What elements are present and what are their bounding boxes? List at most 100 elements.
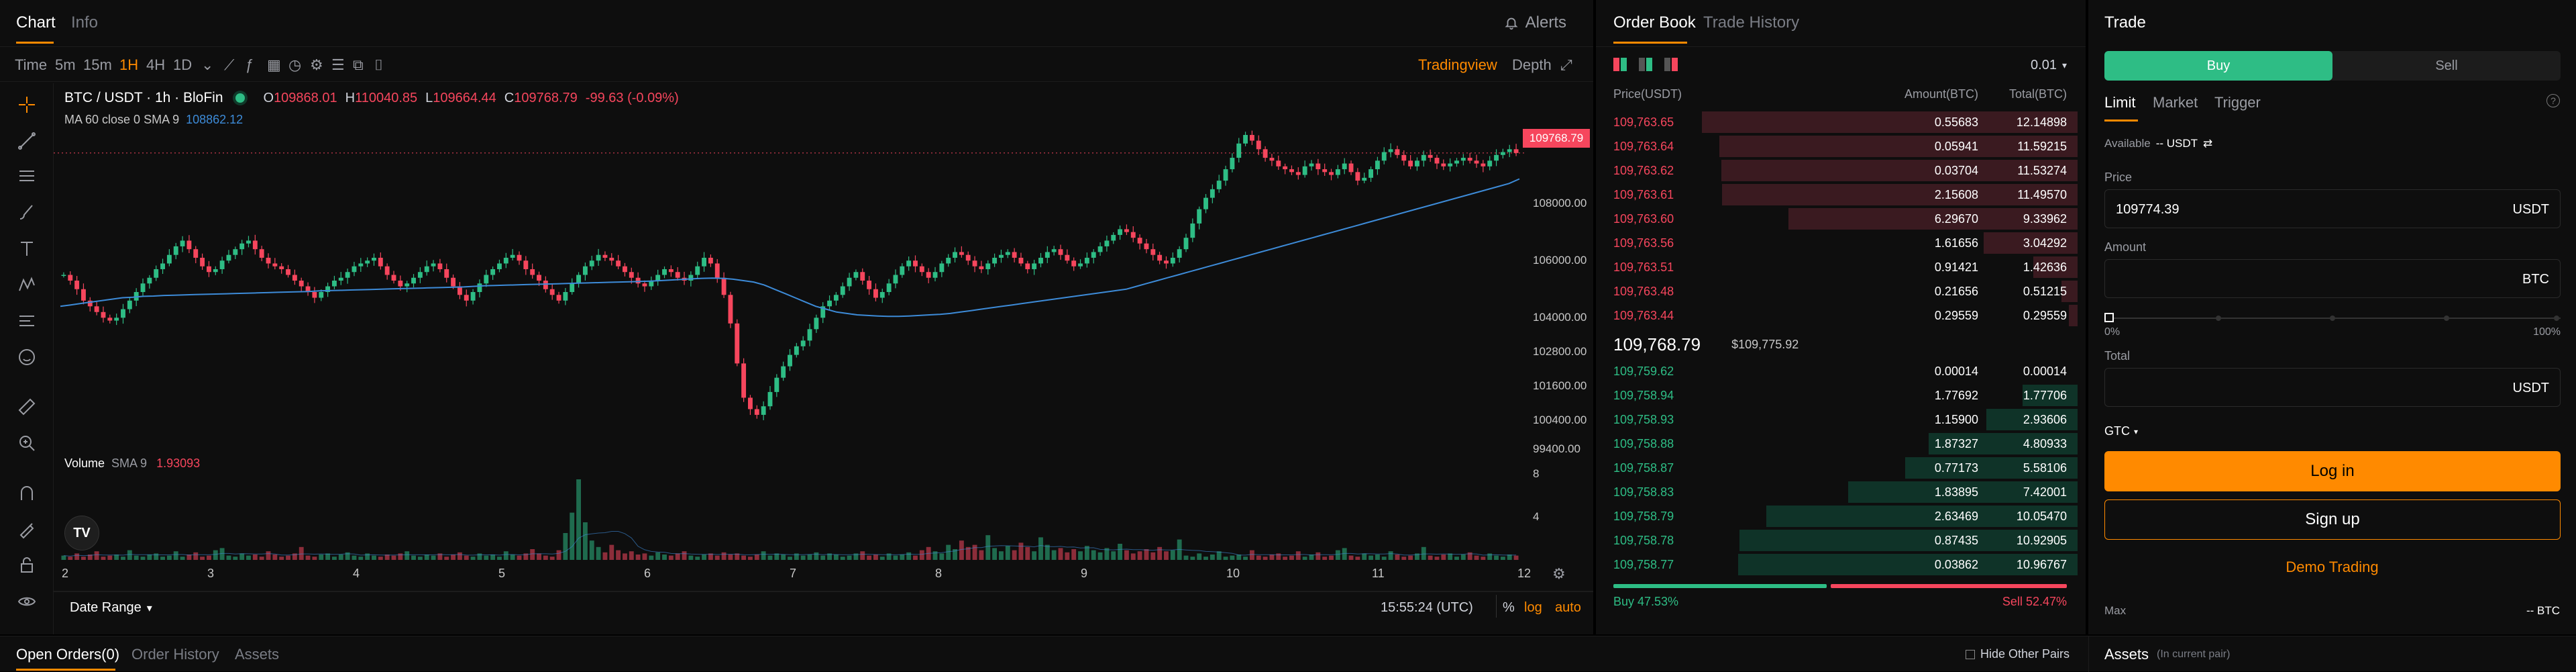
interval-1h[interactable]: 1H (119, 56, 138, 74)
precision-select[interactable]: 0.01 ▾ (2031, 58, 2067, 73)
bid-row[interactable]: 109,758.78 0.87435 10.92905 (1596, 528, 2086, 553)
bid-row[interactable]: 109,758.93 1.15900 2.93606 (1596, 407, 2086, 432)
price-value: 109774.39 (2116, 202, 2180, 217)
clock-icon[interactable]: ◷ (288, 56, 301, 74)
fullscreen-icon[interactable]: ⤢ (1560, 56, 1572, 74)
transfer-icon[interactable]: ⇄ (2203, 137, 2212, 150)
volume-bar (946, 544, 951, 560)
horizontal-lines-icon[interactable] (13, 162, 40, 189)
bid-row[interactable]: 109,758.88 1.87327 4.80933 (1596, 432, 2086, 456)
tab-info[interactable]: Info (71, 13, 98, 32)
date-axis[interactable]: 2 3 4 5 6 7 8 9 10 11 12 (54, 567, 1531, 587)
demo-trading-link[interactable]: Demo Trading (2088, 559, 2576, 576)
symbol-title: BTC / USDT · 1h · BloFin (64, 90, 223, 105)
tab-market[interactable]: Market (2153, 94, 2198, 111)
bid-row[interactable]: 109,758.94 1.77692 1.77706 (1596, 383, 2086, 407)
candle-body (160, 263, 165, 269)
login-button[interactable]: Log in (2104, 451, 2561, 491)
price-axis[interactable]: 108000.00 106000.00 104000.00 102800.00 1016… (1526, 83, 1593, 627)
buy-tab[interactable]: Buy (2104, 51, 2332, 81)
tab-order-history[interactable]: Order History (131, 646, 219, 663)
interval-1d[interactable]: 1D (173, 56, 192, 74)
candle-body (1487, 160, 1493, 166)
price-chart[interactable] (54, 83, 1526, 627)
layout-icon[interactable]: ⧉ (353, 56, 364, 74)
bid-row[interactable]: 109,759.62 0.00014 0.00014 (1596, 359, 2086, 383)
ask-row[interactable]: 109,763.64 0.05941 11.59215 (1596, 134, 2086, 158)
amount-cell: 1.61656 (1934, 236, 1978, 250)
emoji-icon[interactable] (13, 344, 40, 371)
tab-limit[interactable]: Limit (2104, 94, 2135, 111)
ask-row[interactable]: 109,763.61 2.15608 11.49570 (1596, 183, 2086, 207)
bid-row[interactable]: 109,758.87 0.77173 5.58106 (1596, 456, 2086, 480)
indicators-icon[interactable]: ⟋ (224, 56, 234, 74)
tab-trade-history[interactable]: Trade History (1703, 13, 1799, 32)
tab-trigger[interactable]: Trigger (2214, 94, 2261, 111)
amount-slider[interactable] (2104, 313, 2561, 324)
settings-icon[interactable]: ⚙ (310, 56, 323, 74)
hide-other-pairs-toggle[interactable]: Hide Other Pairs (1966, 647, 2070, 661)
trend-line-icon[interactable] (13, 128, 40, 154)
magnet-icon[interactable] (13, 479, 40, 506)
header-price: Price(USDT) (1613, 87, 1682, 101)
lock-drawing-icon[interactable] (13, 516, 40, 542)
template-icon[interactable]: ▦ (267, 56, 281, 74)
sell-tab[interactable]: Sell (2332, 51, 2561, 81)
text-tool-icon[interactable] (13, 235, 40, 262)
tab-open-orders[interactable]: Open Orders(0) (16, 646, 119, 663)
ask-row[interactable]: 109,763.62 0.03704 11.53274 (1596, 158, 2086, 183)
depth-toggle[interactable]: Depth (1512, 56, 1552, 74)
time-label[interactable]: Time (15, 56, 47, 74)
settings-gear-icon[interactable]: ⚙ (1552, 565, 1566, 583)
date-range-button[interactable]: Date Range ▾ (70, 600, 152, 616)
checkbox[interactable] (1966, 649, 1975, 659)
compare-icon[interactable]: ƒ (246, 56, 254, 74)
amount-input[interactable]: BTC (2104, 259, 2561, 298)
chevron-down-icon[interactable]: ⌄ (201, 56, 213, 74)
measure-lines-icon[interactable] (13, 307, 40, 334)
slider-handle[interactable] (2104, 313, 2114, 322)
ask-row[interactable]: 109,763.44 0.29559 0.29559 (1596, 303, 2086, 328)
total-cell: 1.42636 (2023, 260, 2067, 274)
volume-bar (913, 555, 918, 560)
list-icon[interactable]: ☰ (331, 56, 345, 74)
percent-toggle[interactable]: % (1503, 600, 1515, 616)
info-icon[interactable]: ? (2546, 94, 2560, 107)
chart-area[interactable]: BTC / USDT · 1h · BloFin O 109868.01 H 1… (54, 83, 1593, 634)
volume-bar (1111, 551, 1116, 560)
ask-row[interactable]: 109,763.60 6.29670 9.33962 (1596, 207, 2086, 231)
signup-button[interactable]: Sign up (2104, 499, 2561, 540)
bids-only-icon[interactable] (1639, 58, 1652, 71)
lock-icon[interactable] (13, 552, 40, 579)
brush-icon[interactable] (13, 199, 40, 226)
tradingview-toggle[interactable]: Tradingview (1418, 56, 1497, 74)
total-input[interactable]: USDT (2104, 368, 2561, 407)
tab-assets[interactable]: Assets (235, 646, 279, 663)
tab-order-book[interactable]: Order Book (1613, 13, 1696, 32)
interval-4h[interactable]: 4H (146, 56, 165, 74)
ruler-icon[interactable] (13, 393, 40, 420)
interval-5m[interactable]: 5m (55, 56, 76, 74)
tif-select[interactable]: GTC ▾ (2104, 424, 2138, 438)
crosshair-icon[interactable] (13, 91, 40, 118)
auto-toggle[interactable]: auto (1555, 600, 1581, 616)
price-unit: USDT (2512, 202, 2549, 217)
eye-icon[interactable] (13, 588, 40, 615)
log-toggle[interactable]: log (1524, 600, 1542, 616)
zoom-in-icon[interactable] (13, 430, 40, 457)
ask-row[interactable]: 109,763.51 0.91421 1.42636 (1596, 255, 2086, 279)
both-sides-icon[interactable] (1613, 58, 1627, 71)
alerts-button[interactable]: Alerts (1504, 13, 1566, 32)
price-input[interactable]: 109774.39 USDT (2104, 189, 2561, 228)
interval-15m[interactable]: 15m (83, 56, 112, 74)
ask-row[interactable]: 109,763.48 0.21656 0.51215 (1596, 279, 2086, 303)
pattern-icon[interactable] (13, 271, 40, 298)
tab-chart[interactable]: Chart (16, 13, 56, 32)
asks-only-icon[interactable] (1664, 58, 1678, 71)
bid-row[interactable]: 109,758.77 0.03862 10.96767 (1596, 553, 2086, 577)
ask-row[interactable]: 109,763.56 1.61656 3.04292 (1596, 231, 2086, 255)
bid-row[interactable]: 109,758.83 1.83895 7.42001 (1596, 480, 2086, 504)
bid-row[interactable]: 109,758.79 2.63469 10.05470 (1596, 504, 2086, 528)
ask-row[interactable]: 109,763.65 0.55683 12.14898 (1596, 110, 2086, 134)
camera-icon[interactable]: ⌷ (374, 56, 383, 74)
